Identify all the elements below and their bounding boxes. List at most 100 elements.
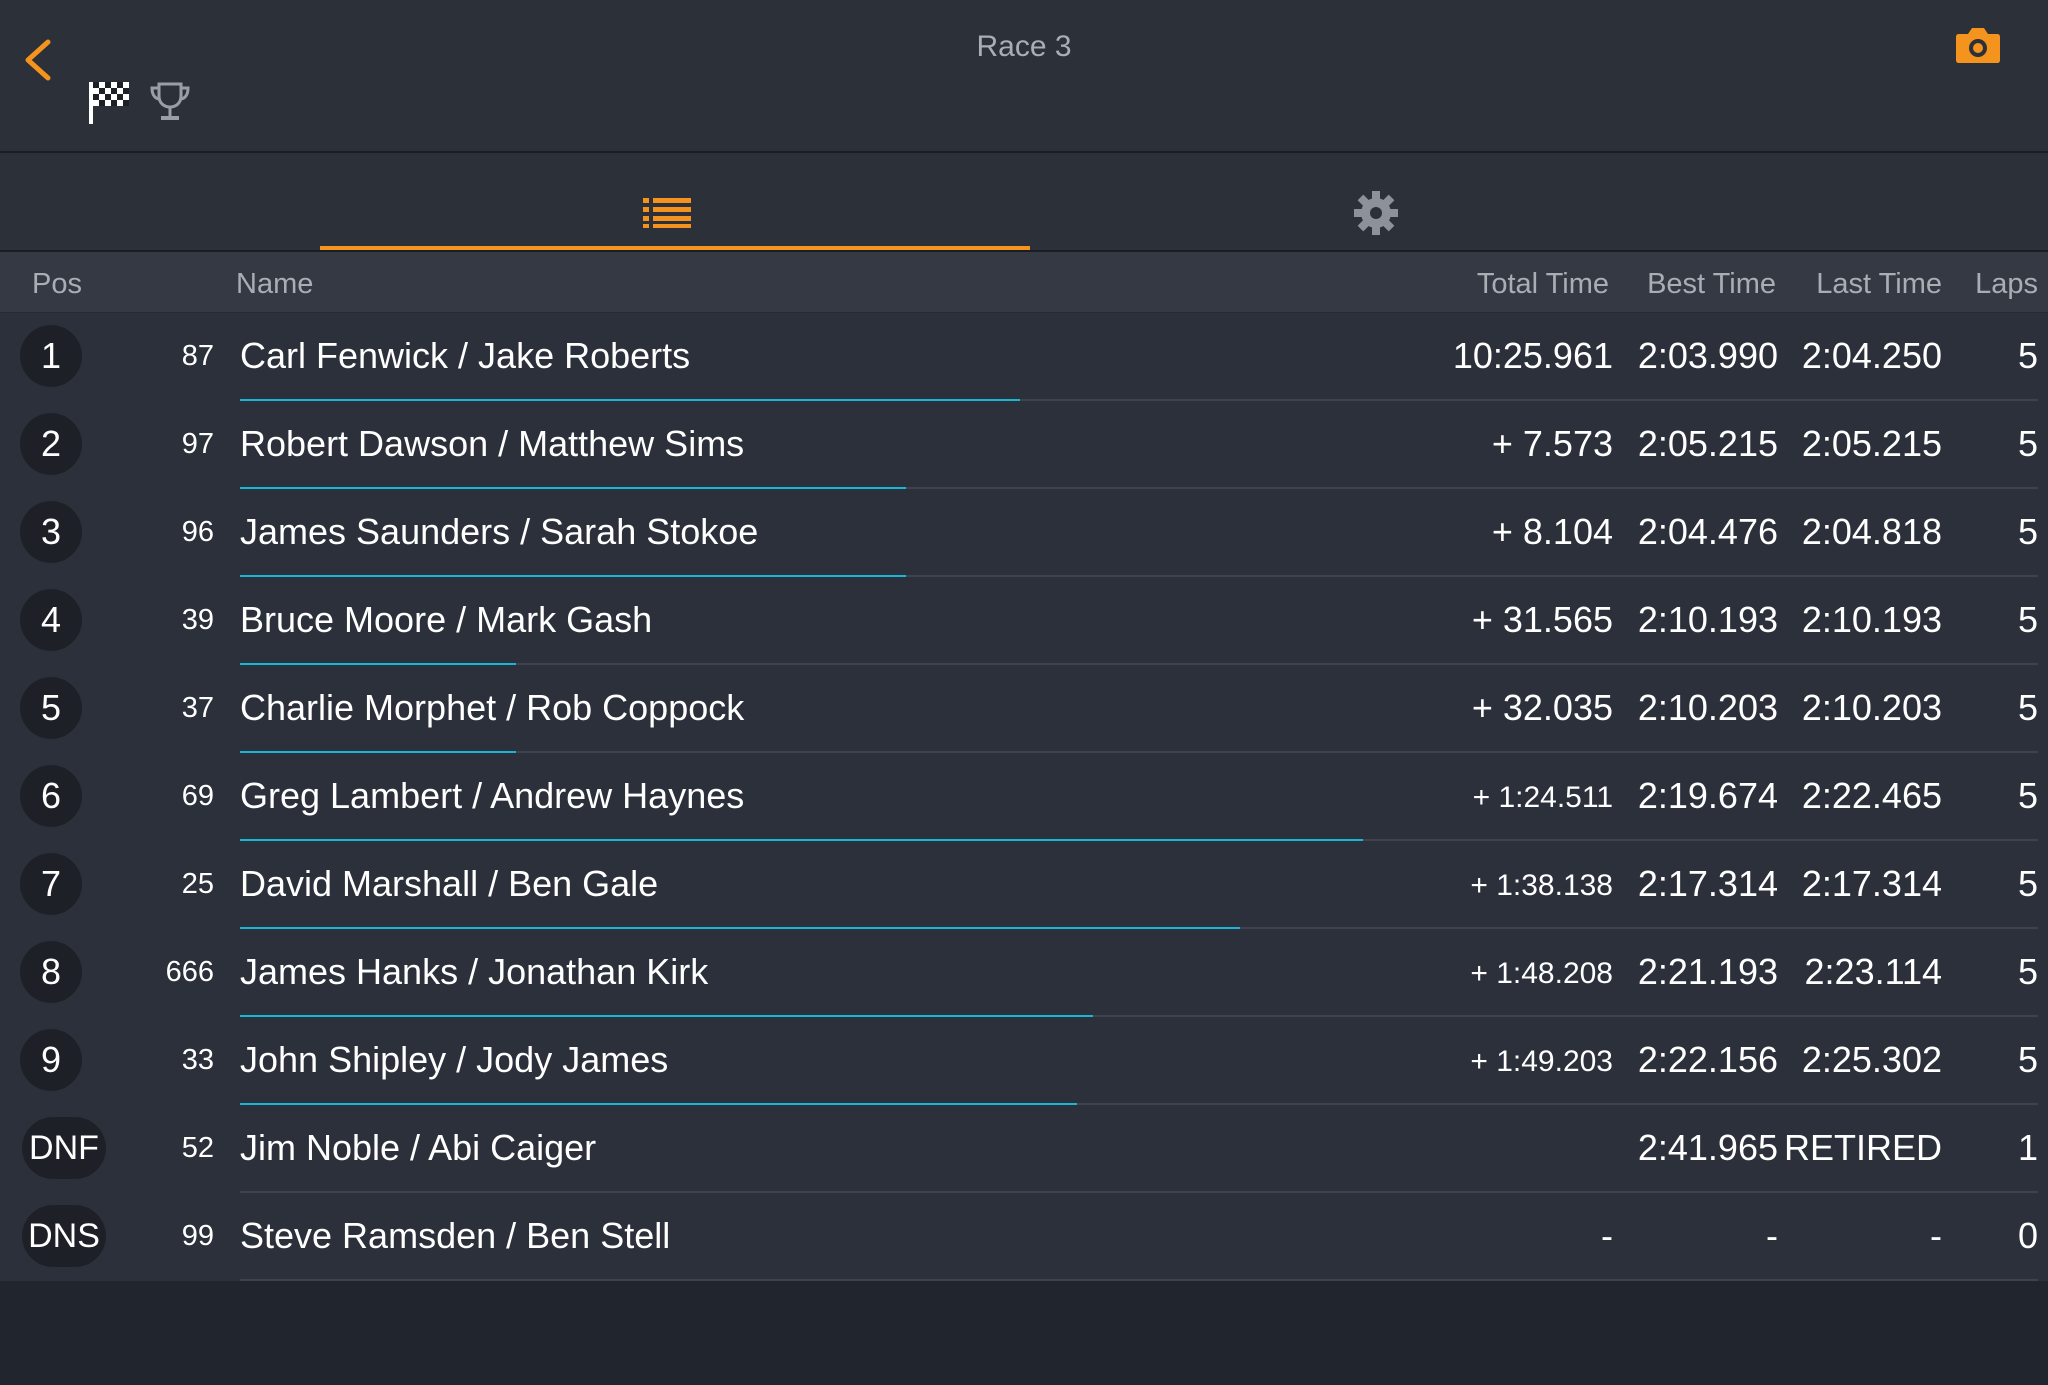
car-number: 33 [181, 1044, 214, 1076]
table-row[interactable]: DNF 52 Jim Noble / Abi Caiger 2:41.965 R… [0, 1105, 2048, 1193]
driver-names: Jim Noble / Abi Caiger [240, 1127, 597, 1168]
best-time: 2:05.215 [1637, 423, 1778, 464]
best-time: 2:19.674 [1637, 775, 1778, 816]
trophy-icon[interactable] [148, 80, 192, 124]
laps-count: 5 [2017, 511, 2038, 552]
top-bar: Race 3 [0, 0, 2048, 153]
total-time: - [1601, 1215, 1613, 1256]
best-time: 2:22.156 [1637, 1039, 1778, 1080]
last-time: 2:25.302 [1801, 1039, 1942, 1080]
table-row[interactable]: 1 87 Carl Fenwick / Jake Roberts 10:25.9… [0, 313, 2048, 401]
total-time: + 8.104 [1491, 511, 1613, 552]
table-row[interactable]: DNS 99 Steve Ramsden / Ben Stell - - - 0 [0, 1193, 2048, 1281]
results-table: 1 87 Carl Fenwick / Jake Roberts 10:25.9… [0, 313, 2048, 1281]
table-row[interactable]: 6 69 Greg Lambert / Andrew Haynes + 1:24… [0, 753, 2048, 841]
laps-count: 5 [2017, 775, 2038, 816]
position-badge: 5 [20, 677, 82, 739]
total-time: + 1:24.511 [1472, 781, 1613, 814]
tab-settings[interactable] [1030, 153, 1730, 250]
checkered-flag-icon[interactable] [86, 78, 134, 126]
tab-results-list[interactable] [320, 153, 1030, 250]
laps-count: 5 [2017, 951, 2038, 992]
laps-count: 5 [2017, 687, 2038, 728]
table-row[interactable]: 4 39 Bruce Moore / Mark Gash + 31.565 2:… [0, 577, 2048, 665]
best-time: - [1766, 1215, 1778, 1256]
position-badge: 3 [20, 501, 82, 563]
position-badge: DNS [22, 1205, 106, 1267]
last-time: 2:10.203 [1801, 687, 1942, 728]
driver-names: Carl Fenwick / Jake Roberts [240, 335, 691, 376]
car-number: 96 [181, 516, 214, 548]
tab-bar [0, 153, 2048, 252]
best-time: 2:10.193 [1637, 599, 1778, 640]
last-time: 2:04.250 [1801, 335, 1942, 376]
driver-names: Steve Ramsden / Ben Stell [240, 1215, 671, 1256]
table-row[interactable]: 3 96 James Saunders / Sarah Stokoe + 8.1… [0, 489, 2048, 577]
total-time: 10:25.961 [1452, 335, 1613, 376]
position-badge: DNF [22, 1117, 106, 1179]
car-number: 25 [181, 868, 214, 900]
gear-icon [1354, 191, 1398, 235]
last-time: 2:04.818 [1801, 511, 1942, 552]
car-number: 87 [181, 340, 214, 372]
position-badge: 8 [20, 941, 82, 1003]
driver-names: Robert Dawson / Matthew Sims [240, 423, 745, 464]
position-badge: 4 [20, 589, 82, 651]
car-number: 99 [181, 1220, 214, 1252]
column-laps[interactable]: Laps [1975, 268, 2038, 301]
driver-names: David Marshall / Ben Gale [240, 863, 659, 904]
position-badge: 7 [20, 853, 82, 915]
laps-count: 5 [2017, 863, 2038, 904]
car-number: 69 [181, 780, 214, 812]
car-number: 666 [165, 956, 214, 988]
laps-count: 5 [2017, 1039, 2038, 1080]
column-total-time[interactable]: Total Time [1477, 268, 1609, 301]
last-time: 2:17.314 [1801, 863, 1942, 904]
driver-names: John Shipley / Jody James [240, 1039, 669, 1080]
driver-names: James Saunders / Sarah Stokoe [240, 511, 759, 552]
total-time: + 32.035 [1471, 687, 1613, 728]
total-time: + 1:38.138 [1470, 869, 1613, 902]
column-pos[interactable]: Pos [32, 268, 82, 301]
table-row[interactable]: 9 33 John Shipley / Jody James + 1:49.20… [0, 1017, 2048, 1105]
laps-count: 0 [2017, 1215, 2038, 1256]
total-time: + 31.565 [1471, 599, 1613, 640]
best-time: 2:03.990 [1637, 335, 1778, 376]
last-time: 2:05.215 [1801, 423, 1942, 464]
column-last-time[interactable]: Last Time [1816, 268, 1942, 301]
driver-names: Bruce Moore / Mark Gash [240, 599, 653, 640]
laps-count: 5 [2017, 335, 2038, 376]
active-tab-indicator [320, 246, 1030, 250]
total-time: + 7.573 [1491, 423, 1613, 464]
page-title: Race 3 [976, 30, 1072, 63]
column-name[interactable]: Name [236, 268, 313, 301]
car-number: 39 [181, 604, 214, 636]
position-badge: 9 [20, 1029, 82, 1091]
position-badge: 1 [20, 325, 82, 387]
last-time: 2:22.465 [1801, 775, 1942, 816]
last-time: RETIRED [1783, 1127, 1942, 1168]
table-row[interactable]: 2 97 Robert Dawson / Matthew Sims + 7.57… [0, 401, 2048, 489]
best-time: 2:41.965 [1637, 1127, 1778, 1168]
camera-button[interactable] [1955, 26, 2001, 64]
laps-count: 5 [2017, 599, 2038, 640]
driver-names: James Hanks / Jonathan Kirk [240, 951, 709, 992]
table-row[interactable]: 8 666 James Hanks / Jonathan Kirk + 1:48… [0, 929, 2048, 1017]
driver-names: Charlie Morphet / Rob Coppock [240, 687, 745, 728]
table-row[interactable]: 7 25 David Marshall / Ben Gale + 1:38.13… [0, 841, 2048, 929]
position-badge: 2 [20, 413, 82, 475]
empty-area [0, 1281, 2048, 1385]
last-time: - [1930, 1215, 1942, 1256]
table-row[interactable]: 5 37 Charlie Morphet / Rob Coppock + 32.… [0, 665, 2048, 753]
best-time: 2:17.314 [1637, 863, 1778, 904]
driver-names: Greg Lambert / Andrew Haynes [240, 775, 745, 816]
best-time: 2:21.193 [1637, 951, 1778, 992]
list-icon [643, 198, 691, 228]
total-time: + 1:48.208 [1470, 957, 1613, 990]
best-time: 2:10.203 [1637, 687, 1778, 728]
table-header: Pos Name Total Time Best Time Last Time … [0, 252, 2048, 313]
best-time: 2:04.476 [1637, 511, 1778, 552]
column-best-time[interactable]: Best Time [1647, 268, 1776, 301]
camera-icon [1956, 28, 2000, 63]
position-badge: 6 [20, 765, 82, 827]
